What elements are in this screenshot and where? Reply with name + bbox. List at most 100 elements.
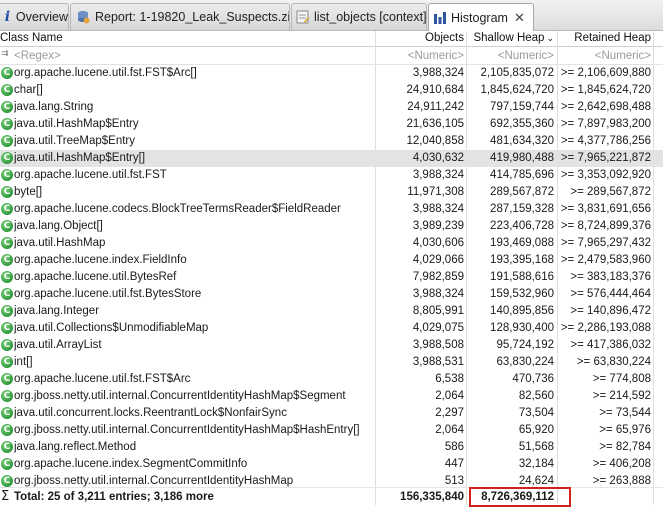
class-name-cell: java.util.HashMap$Entry xyxy=(14,118,139,130)
table-row[interactable]: Cjava.lang.Object[] 3,989,239 223,406,728 >… xyxy=(0,218,663,235)
table-row[interactable]: Corg.apache.lucene.util.fst.FST$Arc 6,538… xyxy=(0,371,663,388)
class-name-cell: java.util.Collections$UnmodifiableMap xyxy=(14,322,209,334)
objects-cell: 3,988,324 xyxy=(412,67,464,79)
tab-report[interactable]: Report: 1-19820_Leak_Suspects.zip xyxy=(70,3,290,30)
table-row[interactable]: Cjava.util.TreeMap$Entry 12,040,858 481,63… xyxy=(0,133,663,150)
table-row[interactable]: Corg.apache.lucene.util.fst.FST 3,988,324… xyxy=(0,167,663,184)
retained-heap-cell: >= 2,106,609,880 xyxy=(560,67,651,79)
class-name-cell: org.jboss.netty.util.internal.Concurrent… xyxy=(14,424,360,436)
table-row[interactable]: Corg.apache.lucene.codecs.BlockTreeTerms… xyxy=(0,201,663,218)
table-row[interactable]: Cjava.lang.Integer 8,805,991 140,895,856 >=… xyxy=(0,303,663,320)
class-icon: C xyxy=(1,118,13,130)
table-row[interactable]: Corg.apache.lucene.util.BytesRef 7,982,85… xyxy=(0,269,663,286)
table-row[interactable]: Corg.apache.lucene.index.SegmentCommitIn… xyxy=(0,456,663,473)
table-row[interactable]: Cchar[] 24,910,684 1,845,624,720 >= 1,845,6… xyxy=(0,82,663,99)
column-header-class-name[interactable]: Class Name xyxy=(0,31,63,46)
shallow-heap-cell: 51,568 xyxy=(518,441,554,453)
class-icon: C xyxy=(1,169,13,181)
table-row[interactable]: Cjava.lang.reflect.Method 586 51,568 >= 82,… xyxy=(0,439,663,456)
class-icon: C xyxy=(1,271,13,283)
class-name-cell: java.util.HashMap xyxy=(14,237,106,249)
tab-overview[interactable]: i Overview xyxy=(0,3,69,30)
objects-cell: 12,040,858 xyxy=(406,135,464,147)
class-name-cell: int[] xyxy=(14,356,33,368)
close-icon[interactable]: ✕ xyxy=(514,10,525,26)
class-icon: C xyxy=(1,288,13,300)
tab-histogram-label: Histogram xyxy=(451,10,508,25)
retained-heap-cell: >= 214,592 xyxy=(592,390,651,402)
shallow-heap-filter-input[interactable]: <Numeric> xyxy=(468,49,554,63)
regex-filter-input[interactable]: <Regex> xyxy=(14,49,61,63)
objects-cell: 21,636,105 xyxy=(406,118,464,130)
shallow-heap-cell: 193,469,088 xyxy=(490,237,554,249)
table-row[interactable]: Cint[] 3,988,531 63,830,224 >= 63,830,224 xyxy=(0,354,663,371)
shallow-heap-cell: 32,184 xyxy=(518,458,554,470)
table-row[interactable]: Cjava.util.HashMap$Entry[] 4,030,632 419,9… xyxy=(0,150,663,167)
class-icon: C xyxy=(1,373,13,385)
objects-cell: 6,538 xyxy=(435,373,464,385)
objects-cell: 3,988,324 xyxy=(412,288,464,300)
tab-overview-label: Overview xyxy=(15,10,68,24)
table-row[interactable]: Cjava.util.Collections$UnmodifiableMap 4,… xyxy=(0,320,663,337)
table-row[interactable]: Cjava.lang.String 24,911,242 797,159,744 >=… xyxy=(0,99,663,116)
retained-heap-cell: >= 7,897,983,200 xyxy=(560,118,651,130)
shallow-heap-cell: 2,105,835,072 xyxy=(480,67,554,79)
class-name-cell: org.jboss.netty.util.internal.Concurrent… xyxy=(14,390,346,402)
class-icon: C xyxy=(1,407,13,419)
table-row[interactable]: Cjava.util.HashMap$Entry 21,636,105 692,35… xyxy=(0,116,663,133)
shallow-heap-cell: 73,504 xyxy=(518,407,554,419)
table-row[interactable]: Corg.apache.lucene.util.fst.FST$Arc[] 3,9… xyxy=(0,65,663,82)
total-row: Σ Total: 25 of 3,211 entries; 3,186 more… xyxy=(0,487,663,505)
tab-list-objects[interactable]: list_objects [context] xyxy=(291,3,427,30)
total-shallow-heap: 8,726,369,112 xyxy=(481,491,554,503)
table-row[interactable]: Corg.jboss.netty.util.internal.Concurren… xyxy=(0,388,663,405)
retained-heap-cell: >= 576,444,464 xyxy=(570,288,651,300)
table-row[interactable]: Cjava.util.concurrent.locks.ReentrantLoc… xyxy=(0,405,663,422)
table-row[interactable]: Corg.apache.lucene.index.FieldInfo 4,029,… xyxy=(0,252,663,269)
shallow-heap-cell: 481,634,320 xyxy=(490,135,554,147)
objects-cell: 3,988,324 xyxy=(412,169,464,181)
retained-heap-cell: >= 383,183,376 xyxy=(570,271,651,283)
column-header-shallow-heap[interactable]: Shallow Heap ⌄ xyxy=(468,31,554,46)
table-row[interactable]: Corg.apache.lucene.util.fst.BytesStore 3,… xyxy=(0,286,663,303)
class-name-cell: org.apache.lucene.codecs.BlockTreeTermsR… xyxy=(14,203,341,215)
shallow-heap-cell: 95,724,192 xyxy=(496,339,554,351)
class-icon: C xyxy=(1,254,13,266)
table-row[interactable]: Corg.jboss.netty.util.internal.Concurren… xyxy=(0,422,663,439)
objects-cell: 447 xyxy=(444,458,464,470)
objects-cell: 4,029,066 xyxy=(412,254,464,266)
objects-cell: 3,988,531 xyxy=(412,356,464,368)
column-header-retained-heap[interactable]: Retained Heap xyxy=(558,31,651,46)
objects-cell: 4,029,075 xyxy=(412,322,464,334)
shallow-heap-cell: 193,395,168 xyxy=(490,254,554,266)
tab-histogram[interactable]: Histogram ✕ xyxy=(428,3,534,31)
retained-heap-cell: >= 3,353,092,920 xyxy=(560,169,651,181)
class-name-cell: org.apache.lucene.util.fst.FST$Arc[] xyxy=(14,67,197,79)
table-row[interactable]: Cjava.util.ArrayList 3,988,508 95,724,192 >… xyxy=(0,337,663,354)
retained-heap-cell: >= 63,830,224 xyxy=(576,356,651,368)
column-header-objects[interactable]: Objects xyxy=(378,31,464,46)
table-row[interactable]: Cbyte[] 11,971,308 289,567,872 >= 289,567,8… xyxy=(0,184,663,201)
class-icon: C xyxy=(1,67,13,79)
total-objects: 156,335,840 xyxy=(400,491,464,503)
report-icon xyxy=(75,9,91,25)
retained-heap-cell: >= 774,808 xyxy=(592,373,651,385)
shallow-heap-cell: 63,830,224 xyxy=(496,356,554,368)
class-name-cell: org.apache.lucene.util.fst.FST$Arc xyxy=(14,373,191,385)
retained-heap-filter-input[interactable]: <Numeric> xyxy=(558,49,651,63)
class-name-cell: org.apache.lucene.util.fst.FST xyxy=(14,169,167,181)
objects-filter-input[interactable]: <Numeric> xyxy=(378,49,464,63)
retained-heap-cell: >= 140,896,472 xyxy=(570,305,651,317)
retained-heap-cell: >= 2,642,698,488 xyxy=(560,101,651,113)
table-row[interactable]: Cjava.util.HashMap 4,030,606 193,469,088 >=… xyxy=(0,235,663,252)
class-icon: C xyxy=(1,356,13,368)
shallow-heap-cell: 287,159,328 xyxy=(490,203,554,215)
class-icon: C xyxy=(1,186,13,198)
retained-heap-cell: >= 3,831,691,656 xyxy=(560,203,651,215)
class-name-cell: byte[] xyxy=(14,186,43,198)
class-icon: C xyxy=(1,305,13,317)
class-icon: C xyxy=(1,152,13,164)
class-icon: C xyxy=(1,458,13,470)
tab-report-label: Report: 1-19820_Leak_Suspects.zip xyxy=(95,10,290,24)
shallow-heap-cell: 419,980,488 xyxy=(490,152,554,164)
